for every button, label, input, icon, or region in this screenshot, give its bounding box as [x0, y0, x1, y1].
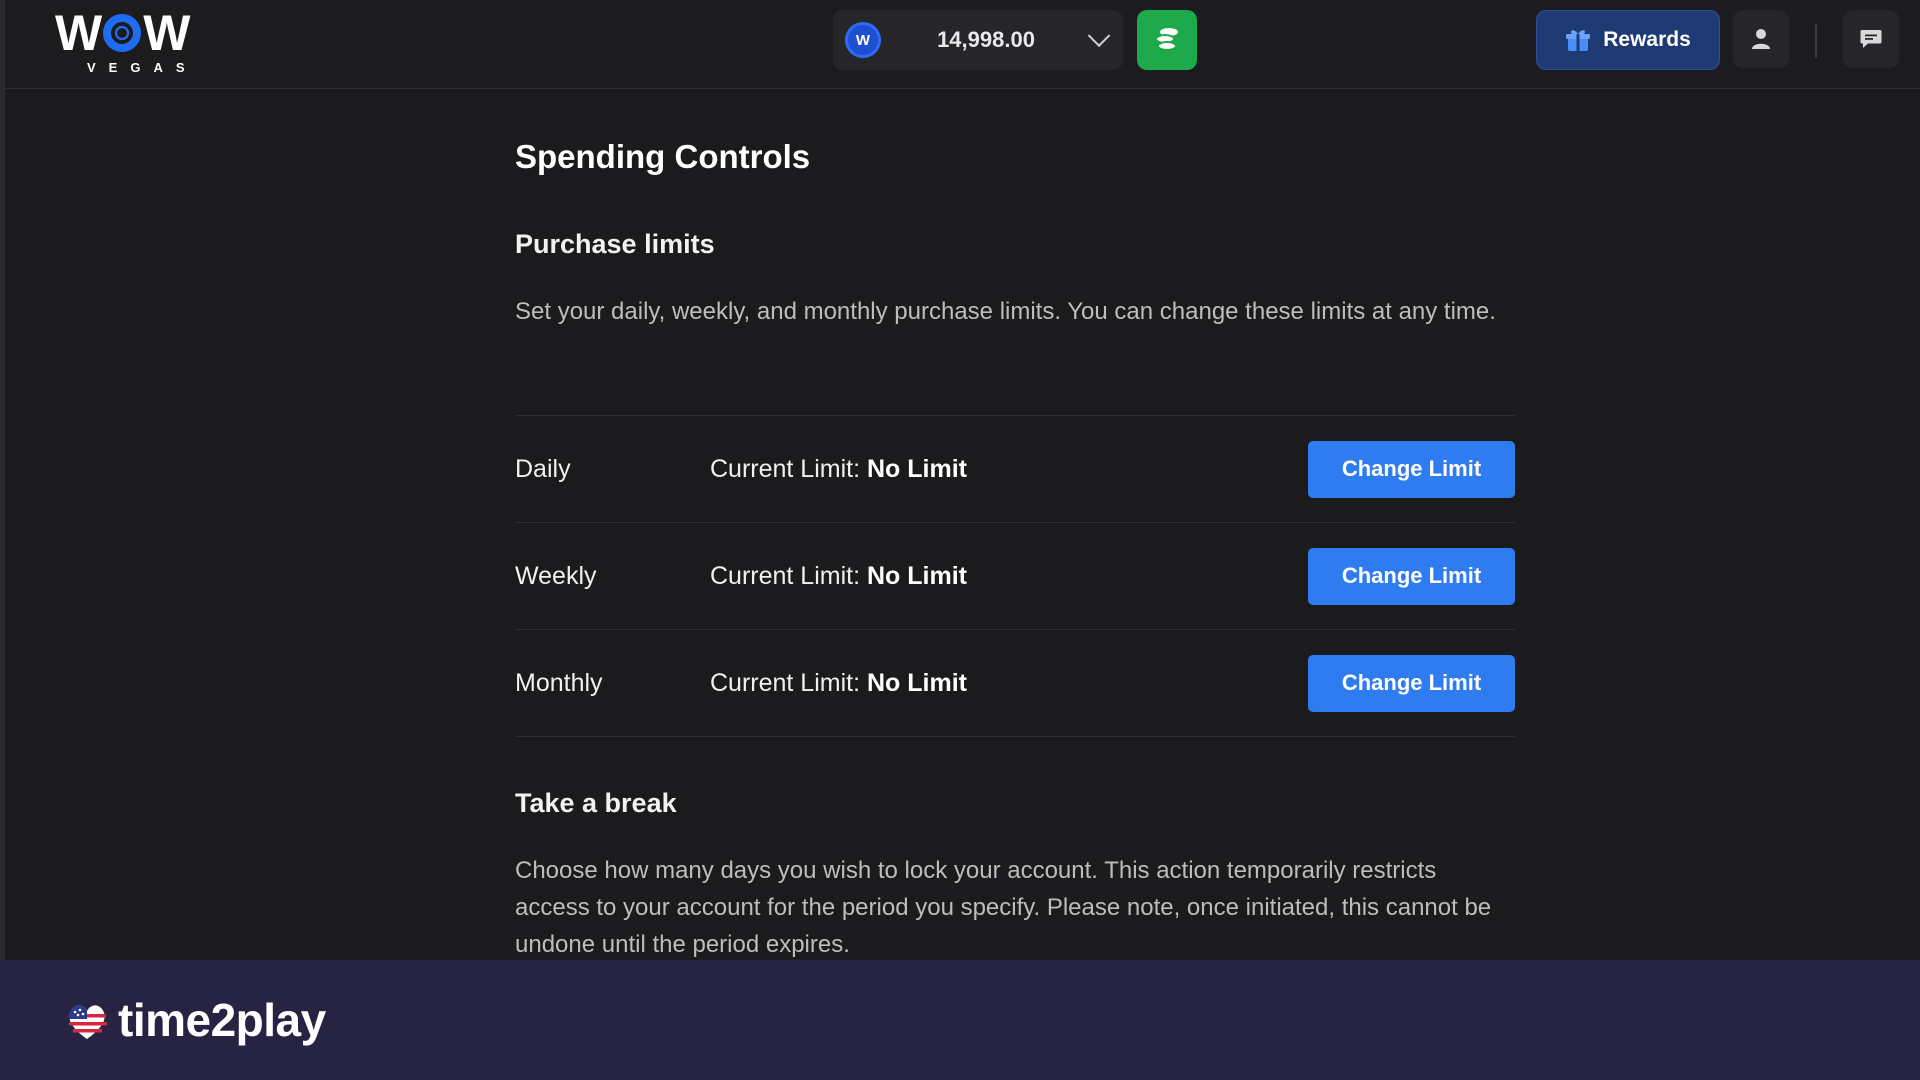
chat-button[interactable]	[1843, 10, 1899, 68]
rewards-label: Rewards	[1603, 28, 1691, 51]
current-limit: Current Limit: No Limit	[710, 455, 1308, 484]
wow-vegas-logo[interactable]: WW VEGAS	[55, 5, 215, 75]
buy-coins-button[interactable]	[1137, 10, 1197, 70]
limit-period: Weekly	[515, 561, 597, 590]
profile-button[interactable]	[1733, 10, 1789, 68]
current-limit-prefix: Current Limit:	[710, 454, 861, 483]
limit-period: Monthly	[515, 668, 603, 697]
balance-selector[interactable]: W 14,998.00	[833, 10, 1123, 70]
current-limit: Current Limit: No Limit	[710, 562, 1308, 591]
coins-stack-icon	[1155, 28, 1178, 51]
purchase-limits-title: Purchase limits	[515, 229, 715, 259]
gift-icon	[1566, 30, 1591, 51]
chat-bubble-icon	[1860, 30, 1882, 48]
divider	[515, 736, 1515, 737]
chevron-down-icon	[1087, 24, 1111, 48]
current-limit: Current Limit: No Limit	[710, 669, 1308, 698]
logo-subtitle: VEGAS	[87, 60, 198, 75]
current-limit-value: No Limit	[867, 454, 967, 483]
current-limit-value: No Limit	[867, 561, 967, 590]
user-icon	[1752, 29, 1770, 49]
top-header: WW VEGAS W 14,998.00 Rewards	[5, 0, 1920, 89]
limit-row-monthly: Monthly Current Limit: No Limit Change L…	[515, 630, 1515, 736]
limit-row-daily: Daily Current Limit: No Limit Change Lim…	[515, 416, 1515, 522]
take-a-break-title: Take a break	[515, 788, 677, 818]
balance-amount: 14,998.00	[937, 27, 1035, 52]
us-flag-heart-icon	[68, 1005, 107, 1039]
wow-coin-icon: W	[845, 22, 881, 58]
take-a-break-description: Choose how many days you wish to lock yo…	[515, 857, 1492, 958]
time2play-logo-text: time2play	[118, 994, 326, 1046]
current-limit-prefix: Current Limit:	[710, 668, 861, 697]
time2play-watermark: time2play	[64, 993, 326, 1047]
app-window: WW VEGAS W 14,998.00 Rewards Spending Co…	[0, 0, 1920, 960]
current-limit-value: No Limit	[867, 668, 967, 697]
limit-row-weekly: Weekly Current Limit: No Limit Change Li…	[515, 523, 1515, 629]
header-divider	[1815, 24, 1817, 58]
purchase-limits-description: Set your daily, weekly, and monthly purc…	[515, 298, 1496, 325]
change-limit-button-monthly[interactable]: Change Limit	[1308, 654, 1515, 712]
change-limit-button-daily[interactable]: Change Limit	[1308, 440, 1515, 498]
current-limit-prefix: Current Limit:	[710, 561, 861, 590]
page-title: Spending Controls	[515, 138, 811, 175]
change-limit-button-weekly[interactable]: Change Limit	[1308, 547, 1515, 605]
rewards-button[interactable]: Rewards	[1536, 10, 1720, 70]
limit-period: Daily	[515, 454, 571, 483]
logo-wordmark: WW	[55, 5, 190, 61]
